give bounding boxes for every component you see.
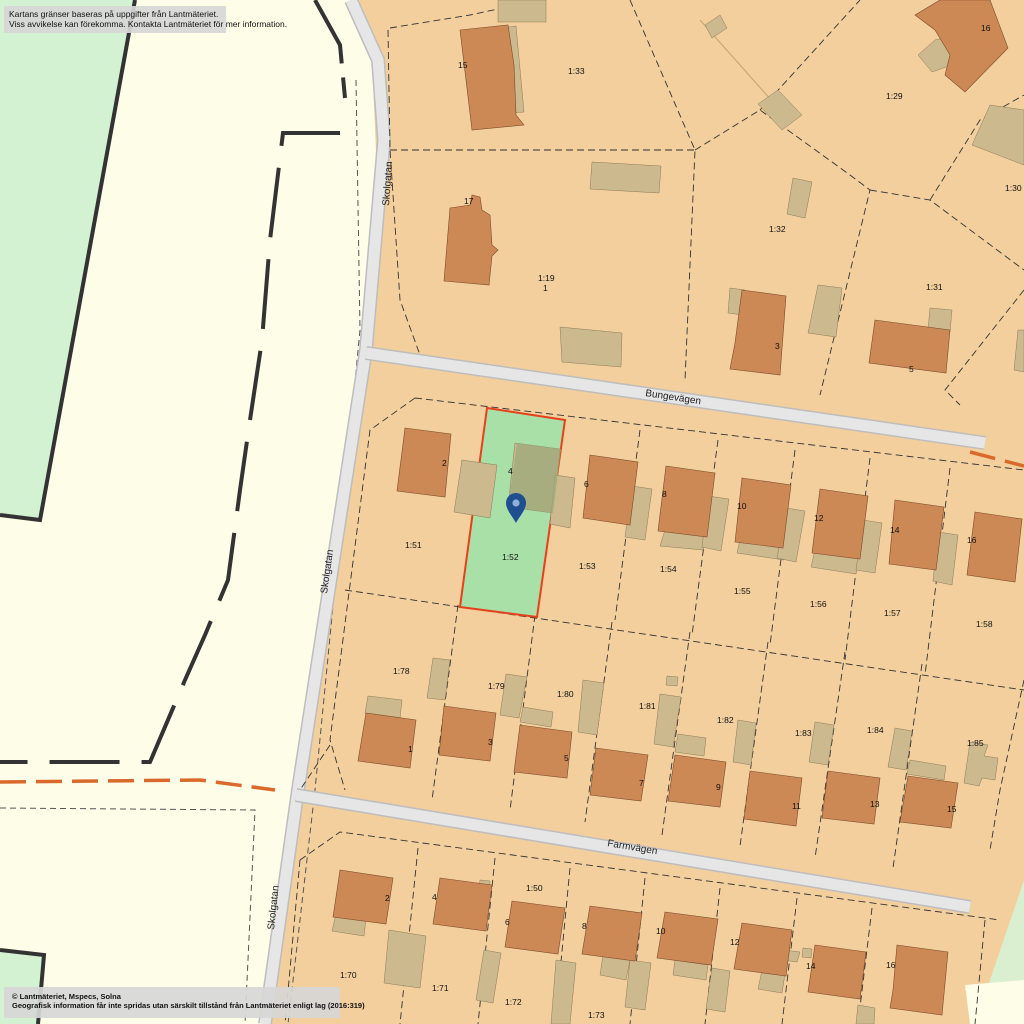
house-number: 16 (981, 23, 991, 33)
house-number: 8 (662, 489, 667, 499)
map-canvas[interactable]: Skolgatan Skolgatan Skolgatan Bungevägen… (0, 0, 1024, 1024)
parcel-label: 1:33 (568, 66, 585, 76)
parcel-label: 1:51 (405, 540, 422, 550)
house-number: 2 (442, 458, 447, 468)
house-number: 10 (656, 926, 666, 936)
parcel-label: 1:29 (886, 91, 903, 101)
public-land-area (965, 980, 1024, 1024)
house-number: 8 (582, 921, 587, 931)
house-number: 6 (584, 479, 589, 489)
parcel-label: 1:83 (795, 728, 812, 738)
parcel-label: 1:71 (432, 983, 449, 993)
attribution-line: Kartans gränser baseras på uppgifter frå… (9, 9, 219, 19)
house-number: 3 (488, 737, 493, 747)
map-view[interactable]: Skolgatan Skolgatan Skolgatan Bungevägen… (0, 0, 1024, 1024)
parcel-label: 1:84 (867, 725, 884, 735)
parcel-label: 1:79 (488, 681, 505, 691)
parcel-label: 1:58 (976, 619, 993, 629)
parcel-label: 1:80 (557, 689, 574, 699)
parcel-label: 1:19 (538, 273, 555, 283)
parcel-sub-label: 1 (543, 283, 548, 293)
house-number: 12 (730, 937, 740, 947)
house-number: 16 (886, 960, 896, 970)
house-number: 10 (737, 501, 747, 511)
house-number: 7 (639, 778, 644, 788)
parcel-label: 1:30 (1005, 183, 1022, 193)
house-number: 12 (814, 513, 824, 523)
copyright-notice: © Lantmäteriet, Mspecs, Solna Geografisk… (4, 987, 365, 1018)
parcel-label: 1:73 (588, 1010, 605, 1020)
parcel-label: 1:57 (884, 608, 901, 618)
parcel-label: 1:55 (734, 586, 751, 596)
house-number: 13 (870, 799, 880, 809)
house-number: 1 (408, 744, 413, 754)
house-number: 11 (792, 801, 801, 811)
house-number: 14 (806, 961, 816, 971)
house-number: 16 (967, 535, 977, 545)
house-number: 14 (890, 525, 900, 535)
parcel-label: 1:54 (660, 564, 677, 574)
parcel-label: 1:72 (505, 997, 522, 1007)
house-number-selected: 4 (508, 466, 513, 476)
parcel-label: 1:78 (393, 666, 410, 676)
parcel-label: 1:70 (340, 970, 357, 980)
parcel-label: 1:50 (526, 883, 543, 893)
house-number: 15 (947, 804, 957, 814)
parcel-label-selected: 1:52 (502, 552, 519, 562)
house-number: 9 (716, 782, 721, 792)
house-number: 4 (432, 892, 437, 902)
attribution-line: Viss avvikelse kan förekomma. Kontakta L… (9, 19, 288, 29)
house-number: 5 (909, 364, 914, 374)
copyright-line: © Lantmäteriet, Mspecs, Solna (12, 992, 121, 1001)
parcel-label: 1:56 (810, 599, 827, 609)
parcel-label: 1:81 (639, 701, 656, 711)
house-number: 3 (775, 341, 780, 351)
parcel-label: 1:53 (579, 561, 596, 571)
parcel-label: 1:82 (717, 715, 734, 725)
house-number: 17 (464, 196, 474, 206)
parcel-label: 1:31 (926, 282, 943, 292)
house-number: 5 (564, 753, 569, 763)
house-number: 15 (458, 60, 468, 70)
parcel-label: 1:85 (967, 738, 984, 748)
house-number: 6 (505, 917, 510, 927)
copyright-line: Geografisk information får inte spridas … (12, 1001, 365, 1010)
house-number: 2 (385, 893, 390, 903)
attribution-notice: Kartans gränser baseras på uppgifter frå… (4, 6, 288, 33)
parcel-label: 1:32 (769, 224, 786, 234)
